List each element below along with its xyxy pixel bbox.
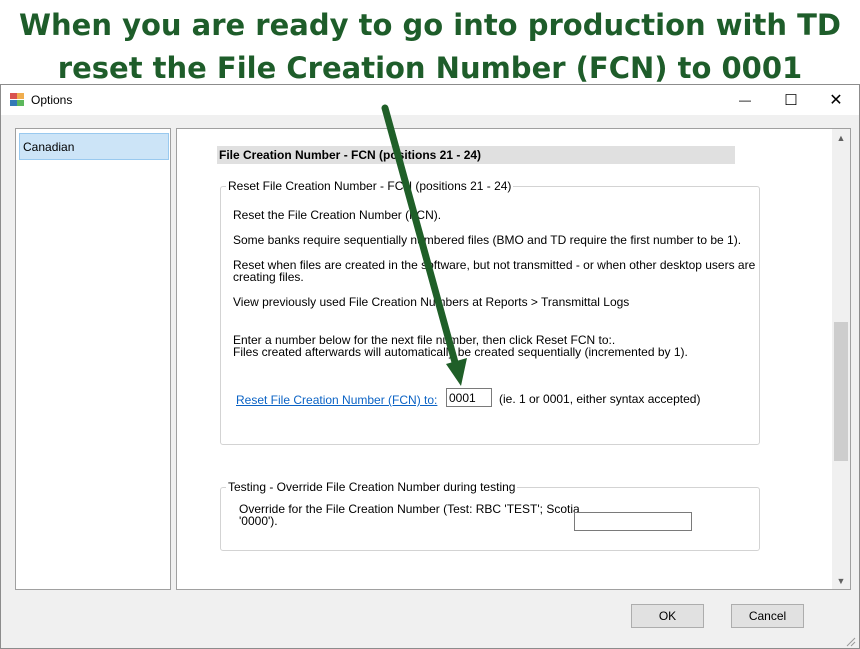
scroll-thumb[interactable] xyxy=(834,322,848,461)
maximize-icon: ☐ xyxy=(784,92,798,109)
title-bar[interactable]: Options — ☐ ✕ xyxy=(1,85,859,115)
reset-description: Reset the File Creation Number (FCN). xyxy=(233,208,442,222)
fcn-syntax-hint: (ie. 1 or 0001, either syntax accepted) xyxy=(499,392,701,406)
override-label-line-2: '0000'). xyxy=(239,514,278,528)
vertical-scrollbar[interactable]: ▲ ▼ xyxy=(832,129,850,589)
reset-fcn-group: Reset File Creation Number - FCN (positi… xyxy=(220,179,760,445)
scroll-up-icon[interactable]: ▲ xyxy=(832,129,850,146)
override-label-line-1: Override for the File Creation Number (T… xyxy=(239,502,580,516)
section-header: File Creation Number - FCN (positions 21… xyxy=(217,146,735,164)
maximize-button[interactable]: ☐ xyxy=(768,85,814,115)
testing-override-group: Testing - Override File Creation Number … xyxy=(220,480,760,551)
fcn-input[interactable] xyxy=(446,388,492,407)
settings-panel: File Creation Number - FCN (positions 21… xyxy=(176,128,851,590)
reset-when-line-1: Reset when files are created in the soft… xyxy=(233,258,756,272)
options-window: Options — ☐ ✕ Canadian File Creation Num… xyxy=(0,84,860,649)
testing-group-title: Testing - Override File Creation Number … xyxy=(226,480,518,494)
reset-fcn-link[interactable]: Reset File Creation Number (FCN) to: xyxy=(236,393,437,407)
enter-number-line-2: Files created afterwards will automatica… xyxy=(233,345,688,359)
scroll-down-icon[interactable]: ▼ xyxy=(832,572,850,589)
app-icon xyxy=(10,93,25,107)
category-list[interactable]: Canadian xyxy=(15,128,171,590)
override-fcn-input[interactable] xyxy=(574,512,692,531)
minimize-button[interactable]: — xyxy=(722,85,768,115)
ok-button[interactable]: OK xyxy=(631,604,704,628)
close-icon: ✕ xyxy=(829,92,843,109)
reset-group-title: Reset File Creation Number - FCN (positi… xyxy=(226,179,514,193)
resize-grip-icon[interactable] xyxy=(844,635,856,647)
reset-when-line-2: creating files. xyxy=(233,270,304,284)
category-item-label: Canadian xyxy=(23,140,75,154)
sequential-note: Some banks require sequentially numbered… xyxy=(233,233,742,247)
annotation-headline: When you are ready to go into production… xyxy=(0,4,860,90)
window-title: Options xyxy=(31,93,73,107)
cancel-button[interactable]: Cancel xyxy=(731,604,804,628)
close-button[interactable]: ✕ xyxy=(813,85,859,115)
minimize-icon: — xyxy=(739,93,751,107)
category-item-canadian[interactable]: Canadian xyxy=(19,133,169,160)
view-logs-note: View previously used File Creation Numbe… xyxy=(233,295,630,309)
headline-line-1: When you are ready to go into production… xyxy=(19,8,841,42)
